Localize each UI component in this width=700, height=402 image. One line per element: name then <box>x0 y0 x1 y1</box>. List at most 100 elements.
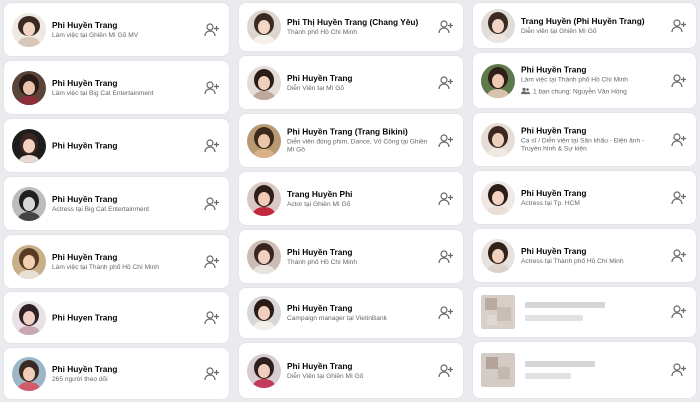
mutual-friends[interactable]: 1 bạn chung: Nguyễn Văn Hồng <box>521 87 664 97</box>
profile-avatar[interactable] <box>12 128 46 163</box>
search-result-card[interactable]: Phi Huyền Trang Actress tại Thành phố Hồ… <box>473 229 696 282</box>
search-result-card[interactable]: Phi Huyền Trang 265 người theo dõi <box>4 348 229 399</box>
profile-subtitle: Diễn Viên tại Ghiền Mì Gõ <box>287 372 364 380</box>
profile-avatar[interactable] <box>247 296 281 330</box>
add-friend-icon[interactable] <box>438 133 454 149</box>
profile-name[interactable]: Phi Huyen Trang <box>52 312 197 323</box>
profile-avatar[interactable] <box>481 8 515 43</box>
add-friend-icon[interactable] <box>671 18 687 34</box>
profile-name[interactable]: Phi Huyền Trang <box>521 245 664 256</box>
search-result-card[interactable]: Phi Huyền Trang Actress tại Big Cat Ente… <box>4 177 229 230</box>
profile-avatar[interactable] <box>247 181 281 216</box>
profile-subtitle: Actress tại Big Cat Entertainment <box>52 205 150 213</box>
search-result-card[interactable]: Phi Huyền Trang Ca sĩ / Diễn viên tại Sâ… <box>473 113 696 166</box>
profile-avatar[interactable] <box>12 186 46 221</box>
profile-subtitle: Actor tại Ghiền Mì Gõ <box>287 200 351 208</box>
mutual-friends-label: 1 bạn chung: Nguyễn Văn Hồng <box>533 88 627 96</box>
profile-name[interactable]: Phi Huyền Trang <box>52 251 197 262</box>
add-friend-icon[interactable] <box>204 366 220 382</box>
profile-name[interactable]: Phi Huyền Trang <box>52 363 197 374</box>
result-column-2: Phi Thị Huyền Trang (Chang Yêu) Thành ph… <box>235 0 467 402</box>
search-result-card[interactable]: Phi Huyền Trang Diễn Viên tại Ghiền Mì G… <box>239 343 463 398</box>
blurred-name <box>525 361 595 367</box>
result-column-3: Trang Huyền (Phi Huyền Trang) Diễn viên … <box>469 0 700 402</box>
blurred-subtitle <box>525 315 583 321</box>
profile-name[interactable]: Phi Huyền Trang (Trang Bikini) <box>287 126 431 137</box>
search-result-card[interactable]: Trang Huyền (Phi Huyền Trang) Diễn viên … <box>473 3 696 48</box>
search-result-card[interactable]: Phi Huyền Trang Làm việc tại Thành phố H… <box>4 235 229 288</box>
profile-name[interactable]: Trang Huyền Phi <box>287 188 431 199</box>
profile-name[interactable]: Phi Huyền Trang <box>287 360 431 371</box>
add-friend-icon[interactable] <box>671 362 687 378</box>
profile-name[interactable]: Phi Huyền Trang <box>287 246 431 257</box>
profile-avatar[interactable] <box>481 122 515 157</box>
profile-name[interactable]: Phi Huyền Trang <box>287 72 431 83</box>
search-result-card[interactable]: Phi Huyền Trang Thành phố Hồ Chí Minh <box>239 230 463 283</box>
search-result-card[interactable]: Phi Huyền Trang Diễn Viên tại Mì Gõ <box>239 56 463 109</box>
add-friend-icon[interactable] <box>438 19 454 35</box>
profile-name[interactable]: Phi Huyền Trang <box>52 193 197 204</box>
profile-subtitle: Diễn Viên tại Mì Gõ <box>287 84 345 92</box>
profile-avatar[interactable] <box>12 300 46 335</box>
search-result-card[interactable]: Phi Huyền Trang Làm việc tại Thành phố H… <box>473 53 696 108</box>
profile-name[interactable]: Phi Huyền Trang <box>521 187 664 198</box>
profile-avatar[interactable] <box>481 180 515 215</box>
profile-subtitle: Actress tại Thành phố Hồ Chí Minh <box>521 257 624 265</box>
profile-subtitle: Làm việc tại Ghiền Mì Gõ MV <box>52 31 139 39</box>
add-friend-icon[interactable] <box>204 22 220 38</box>
add-friend-icon[interactable] <box>204 310 220 326</box>
add-friend-icon[interactable] <box>438 363 454 379</box>
profile-avatar[interactable] <box>247 65 281 100</box>
search-result-card[interactable]: Phi Huyền Trang (Trang Bikini) Diễn viên… <box>239 114 463 167</box>
blurred-avatar[interactable] <box>481 295 515 329</box>
profile-avatar[interactable] <box>12 70 46 105</box>
result-column-1: Phi Huyền Trang Làm việc tại Ghiền Mì Gõ… <box>0 0 233 402</box>
blurred-subtitle <box>525 373 571 379</box>
add-friend-icon[interactable] <box>671 248 687 264</box>
profile-avatar[interactable] <box>247 353 281 388</box>
add-friend-icon[interactable] <box>204 80 220 96</box>
profile-name[interactable]: Phi Huyền Trang <box>52 19 197 30</box>
profile-name[interactable]: Phi Huyền Trang <box>521 125 664 136</box>
search-result-card[interactable] <box>473 287 696 337</box>
add-friend-icon[interactable] <box>204 196 220 212</box>
search-result-card[interactable]: Phi Huyền Trang Làm việc tại Ghiền Mì Gõ… <box>4 3 229 56</box>
profile-avatar[interactable] <box>481 63 515 98</box>
search-result-card[interactable]: Phi Huyền Trang <box>4 119 229 172</box>
profile-avatar[interactable] <box>12 12 46 47</box>
add-friend-icon[interactable] <box>671 304 687 320</box>
profile-subtitle: Làm việc tại Big Cat Entertainment <box>52 89 154 97</box>
add-friend-icon[interactable] <box>438 191 454 207</box>
add-friend-icon[interactable] <box>438 249 454 265</box>
profile-subtitle: Thành phố Hồ Chí Minh <box>287 258 358 266</box>
add-friend-icon[interactable] <box>671 73 687 89</box>
blurred-avatar[interactable] <box>481 353 515 387</box>
profile-name[interactable]: Phi Thị Huyền Trang (Chang Yêu) <box>287 17 431 28</box>
profile-avatar[interactable] <box>481 238 515 273</box>
search-result-card[interactable] <box>473 342 696 398</box>
profile-subtitle: Diễn viên tại Ghiền Mì Gõ <box>521 27 597 35</box>
add-friend-icon[interactable] <box>671 190 687 206</box>
profile-avatar[interactable] <box>247 10 281 44</box>
profile-name[interactable]: Phi Huyền Trang <box>52 140 197 151</box>
profile-name[interactable]: Phi Huyền Trang <box>52 77 197 88</box>
profile-name[interactable]: Phi Huyền Trang <box>521 64 664 75</box>
search-result-card[interactable]: Phi Huyền Trang Làm việc tại Big Cat Ent… <box>4 61 229 114</box>
search-result-card[interactable]: Phi Huyen Trang <box>4 292 229 343</box>
profile-name[interactable]: Trang Huyền (Phi Huyền Trang) <box>521 15 664 26</box>
profile-avatar[interactable] <box>247 239 281 274</box>
add-friend-icon[interactable] <box>671 132 687 148</box>
profile-avatar[interactable] <box>247 123 281 158</box>
search-result-card[interactable]: Phi Huyền Trang Campaign manager tại Vie… <box>239 288 463 338</box>
add-friend-icon[interactable] <box>204 254 220 270</box>
profile-avatar[interactable] <box>12 244 46 279</box>
profile-avatar[interactable] <box>12 356 46 391</box>
search-result-card[interactable]: Phi Thị Huyền Trang (Chang Yêu) Thành ph… <box>239 3 463 51</box>
search-result-card[interactable]: Trang Huyền Phi Actor tại Ghiền Mì Gõ <box>239 172 463 225</box>
add-friend-icon[interactable] <box>204 138 220 154</box>
add-friend-icon[interactable] <box>438 75 454 91</box>
follower-count: 265 người theo dõi <box>52 375 108 383</box>
search-result-card[interactable]: Phi Huyền Trang Actress tại Tp. HCM <box>473 171 696 224</box>
profile-name[interactable]: Phi Huyền Trang <box>287 303 431 314</box>
add-friend-icon[interactable] <box>438 305 454 321</box>
